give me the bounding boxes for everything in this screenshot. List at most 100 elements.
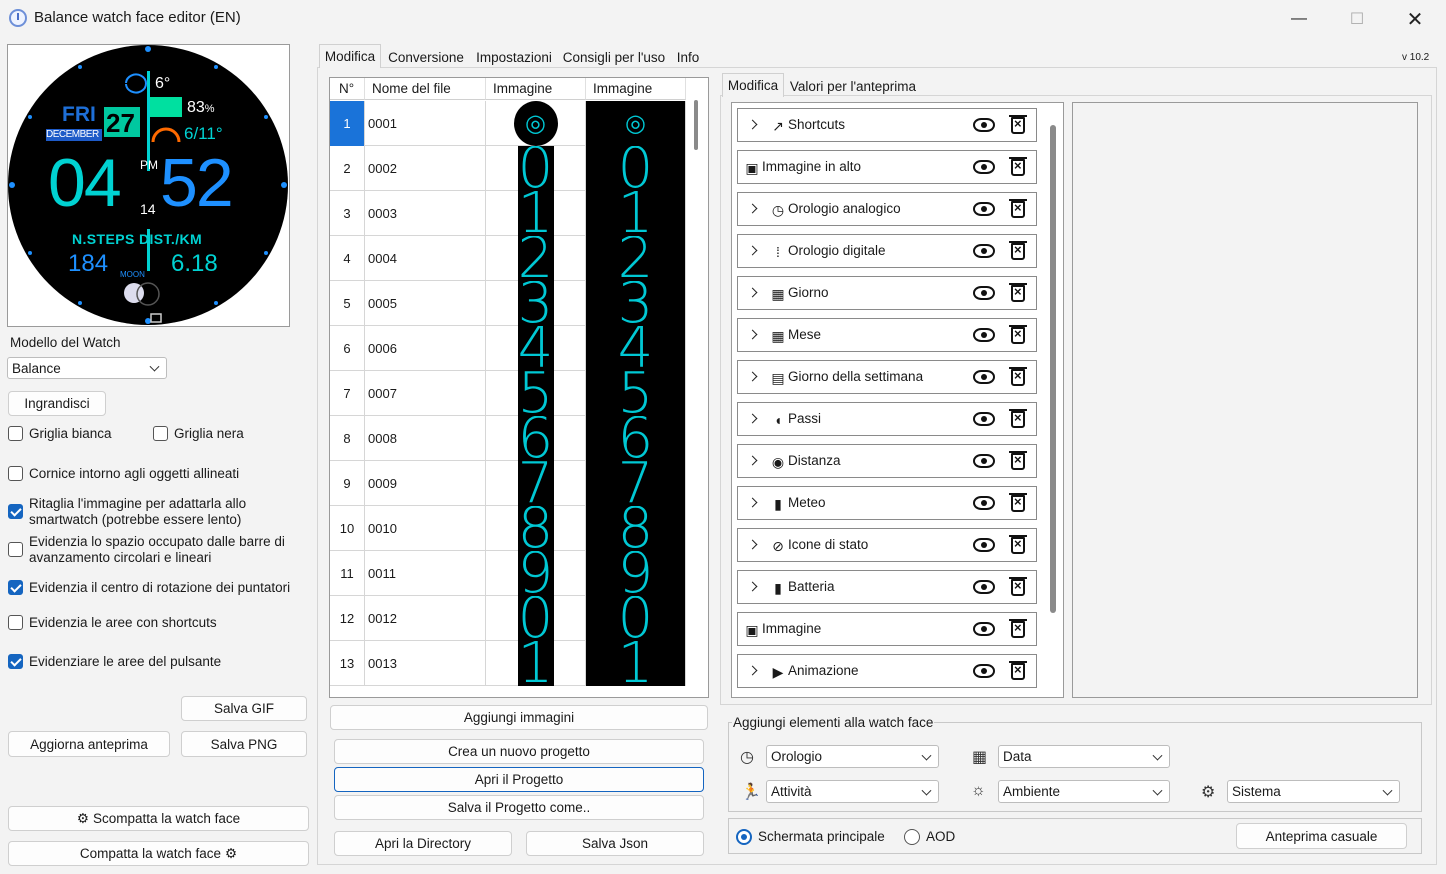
tab-settings[interactable]: Impostazioni: [472, 46, 556, 68]
grid-header-number[interactable]: N°: [330, 78, 365, 100]
main-screen-radio[interactable]: [736, 829, 752, 845]
eye-icon[interactable]: [973, 454, 995, 468]
element-row[interactable]: ▶ Animazione: [737, 654, 1037, 688]
table-row[interactable]: 5 0005 3 3: [330, 281, 686, 326]
eye-icon[interactable]: [973, 370, 995, 384]
expand-chevron-icon[interactable]: [747, 119, 758, 130]
element-row[interactable]: ⊘ Icone di stato: [737, 528, 1037, 562]
eye-icon[interactable]: [973, 160, 995, 174]
save-json-button[interactable]: Salva Json: [526, 831, 704, 856]
crop-image-checkbox[interactable]: [8, 504, 23, 519]
open-directory-button[interactable]: Apri la Directory: [334, 831, 512, 856]
black-grid-checkbox[interactable]: [153, 426, 168, 441]
element-row[interactable]: ▣ Immagine in alto: [737, 150, 1037, 184]
expand-chevron-icon[interactable]: [747, 413, 758, 424]
date-select[interactable]: Data: [998, 745, 1170, 768]
save-png-button[interactable]: Salva PNG: [181, 731, 307, 757]
eye-icon[interactable]: [973, 412, 995, 426]
trash-icon[interactable]: [1009, 325, 1027, 344]
rotation-center-checkbox[interactable]: [8, 580, 23, 595]
tab-tips[interactable]: Consigli per l'uso: [560, 46, 668, 68]
grid-header-image2[interactable]: Immagine: [586, 78, 686, 100]
image-grid[interactable]: N° Nome del file Immagine Immagine 1 0001…: [329, 77, 709, 698]
tab-info[interactable]: Info: [672, 46, 704, 68]
expand-chevron-icon[interactable]: [747, 455, 758, 466]
tab-right-edit[interactable]: Modifica: [722, 73, 784, 97]
pack-button[interactable]: Compatta la watch face ⚙: [8, 841, 309, 866]
grid-header-filename[interactable]: Nome del file: [365, 78, 486, 100]
expand-chevron-icon[interactable]: [747, 497, 758, 508]
table-row[interactable]: 9 0009 7 7: [330, 461, 686, 506]
system-select[interactable]: Sistema: [1227, 780, 1400, 803]
maximize-button[interactable]: ☐: [1328, 0, 1386, 38]
table-row[interactable]: 13 0013 1 1: [330, 641, 686, 686]
aod-radio[interactable]: [904, 829, 920, 845]
unpack-button[interactable]: ⚙ Scompatta la watch face: [8, 806, 309, 831]
tab-edit[interactable]: Modifica: [319, 44, 381, 68]
table-row[interactable]: 11 0011 9 9: [330, 551, 686, 596]
trash-icon[interactable]: [1009, 199, 1027, 218]
minimize-button[interactable]: —: [1270, 0, 1328, 38]
clock-select[interactable]: Orologio: [766, 745, 939, 768]
table-row[interactable]: 10 0010 8 8: [330, 506, 686, 551]
table-row[interactable]: 3 0003 1 1: [330, 191, 686, 236]
table-row[interactable]: 2 0002 0 0: [330, 146, 686, 191]
model-select[interactable]: Balance: [7, 357, 167, 379]
trash-icon[interactable]: [1009, 157, 1027, 176]
table-row[interactable]: 8 0008 6 6: [330, 416, 686, 461]
eye-icon[interactable]: [973, 538, 995, 552]
trash-icon[interactable]: [1009, 619, 1027, 638]
eye-icon[interactable]: [973, 622, 995, 636]
expand-chevron-icon[interactable]: [747, 203, 758, 214]
elements-scrollbar[interactable]: [1050, 125, 1056, 613]
expand-chevron-icon[interactable]: [747, 329, 758, 340]
eye-icon[interactable]: [973, 244, 995, 258]
grid-scrollbar[interactable]: [694, 100, 698, 150]
save-project-button[interactable]: Salva il Progetto come..: [334, 795, 704, 820]
trash-icon[interactable]: [1009, 409, 1027, 428]
element-row[interactable]: ↗ Shortcuts: [737, 108, 1037, 142]
expand-chevron-icon[interactable]: [747, 539, 758, 550]
element-row[interactable]: ◷ Orologio analogico: [737, 192, 1037, 226]
element-row[interactable]: ◉ Distanza: [737, 444, 1037, 478]
trash-icon[interactable]: [1009, 535, 1027, 554]
button-areas-checkbox[interactable]: [8, 654, 23, 669]
add-images-button[interactable]: Aggiungi immagini: [330, 705, 708, 730]
element-row[interactable]: ⁞ Orologio digitale: [737, 234, 1037, 268]
eye-icon[interactable]: [973, 118, 995, 132]
activity-select[interactable]: Attività: [766, 780, 939, 803]
table-row[interactable]: 6 0006 4 4: [330, 326, 686, 371]
save-gif-button[interactable]: Salva GIF: [181, 696, 307, 721]
element-row[interactable]: ▮ Meteo: [737, 486, 1037, 520]
trash-icon[interactable]: [1009, 661, 1027, 680]
trash-icon[interactable]: [1009, 577, 1027, 596]
eye-icon[interactable]: [973, 328, 995, 342]
tab-preview-values[interactable]: Valori per l'anteprima: [787, 75, 919, 97]
trash-icon[interactable]: [1009, 115, 1027, 134]
element-row[interactable]: ▦ Mese: [737, 318, 1037, 352]
expand-chevron-icon[interactable]: [747, 371, 758, 382]
eye-icon[interactable]: [973, 286, 995, 300]
eye-icon[interactable]: [973, 202, 995, 216]
table-row[interactable]: 12 0012 0 0: [330, 596, 686, 641]
trash-icon[interactable]: [1009, 367, 1027, 386]
expand-chevron-icon[interactable]: [747, 287, 758, 298]
random-preview-button[interactable]: Anteprima casuale: [1236, 823, 1407, 849]
element-row[interactable]: ◖ Passi: [737, 402, 1037, 436]
highlight-progress-checkbox[interactable]: [8, 542, 23, 557]
element-row[interactable]: ▦ Giorno: [737, 276, 1037, 310]
grid-header-image1[interactable]: Immagine: [486, 78, 586, 100]
new-project-button[interactable]: Crea un nuovo progetto: [334, 739, 704, 764]
trash-icon[interactable]: [1009, 283, 1027, 302]
eye-icon[interactable]: [973, 580, 995, 594]
frame-aligned-checkbox[interactable]: [8, 466, 23, 481]
shortcut-areas-checkbox[interactable]: [8, 615, 23, 630]
element-row[interactable]: ▣ Immagine: [737, 612, 1037, 646]
element-row[interactable]: ▮ Batteria: [737, 570, 1037, 604]
expand-chevron-icon[interactable]: [747, 245, 758, 256]
element-row[interactable]: ▤ Giorno della settimana: [737, 360, 1037, 394]
trash-icon[interactable]: [1009, 451, 1027, 470]
elements-list[interactable]: ↗Shortcuts ▣Immagine in alto ◷Orologio ana…: [731, 102, 1064, 698]
tab-conversion[interactable]: Conversione: [384, 46, 468, 68]
trash-icon[interactable]: [1009, 493, 1027, 512]
